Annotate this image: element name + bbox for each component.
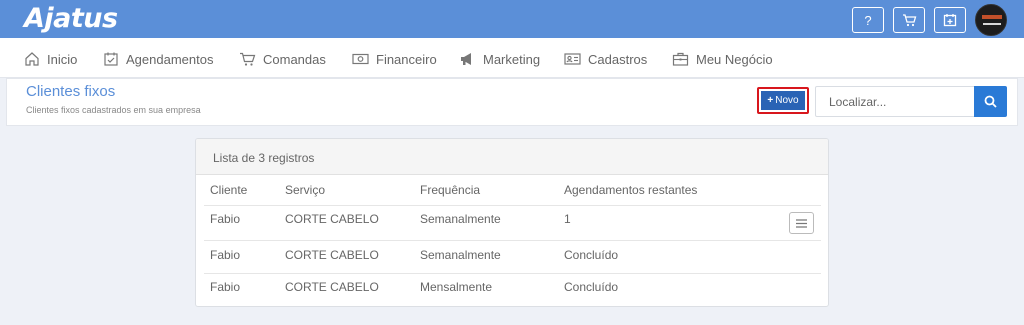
nav-label: Comandas: [263, 51, 326, 67]
cell-agendamentos-restantes: Concluído: [564, 248, 619, 262]
nav-item-financeiro[interactable]: Financeiro: [352, 50, 437, 68]
nav-label: Inicio: [47, 51, 78, 67]
new-button-body[interactable]: + Novo: [761, 91, 805, 110]
column-header-cliente[interactable]: Cliente: [210, 183, 247, 197]
nav-label: Financeiro: [376, 51, 437, 67]
top-bar: Ajatus ?: [0, 0, 1024, 38]
records-card-header: Lista de 3 registros: [196, 139, 828, 175]
cell-cliente: Fabio: [210, 280, 241, 294]
cell-frequencia: Mensalmente: [420, 280, 493, 294]
nav-label: Agendamentos: [126, 51, 214, 67]
column-header-agendamentos-restantes[interactable]: Agendamentos restantes: [564, 183, 697, 197]
money-icon: [352, 53, 369, 65]
cell-agendamentos-restantes: Concluído: [564, 280, 619, 294]
calendar-add-button[interactable]: [934, 7, 966, 33]
megaphone-icon: [461, 53, 471, 65]
cell-frequencia: Semanalmente: [420, 212, 501, 226]
search-input[interactable]: [815, 86, 975, 117]
nav-item-meu-negocio[interactable]: Meu Negócio: [672, 50, 773, 68]
new-button[interactable]: + Novo: [757, 87, 809, 114]
page-subtitle: Clientes fixos cadastrados em sua empres…: [26, 105, 201, 115]
cell-frequencia: Semanalmente: [420, 248, 501, 262]
cell-servico: CORTE CABELO: [285, 280, 379, 294]
row-divider: [204, 205, 821, 206]
search-icon: [984, 95, 997, 108]
help-button[interactable]: ?: [852, 7, 884, 33]
avatar-logo-mark: [982, 15, 1002, 19]
user-avatar[interactable]: [975, 4, 1007, 36]
home-icon: [25, 52, 39, 66]
nav-label: Marketing: [483, 51, 541, 67]
page-title: Clientes fixos: [26, 83, 116, 100]
nav-label: Meu Negócio: [696, 51, 773, 67]
cell-cliente: Fabio: [210, 248, 241, 262]
calendar-plus-icon: [943, 14, 957, 27]
row-divider: [204, 240, 821, 241]
column-header-servico[interactable]: Serviço: [285, 183, 325, 197]
column-header-frequencia[interactable]: Frequência: [420, 183, 480, 197]
cell-agendamentos-restantes: 1: [564, 212, 571, 226]
app-logo[interactable]: Ajatus: [24, 3, 118, 34]
nav-label: Cadastros: [588, 51, 648, 67]
nav-item-marketing[interactable]: Marketing: [459, 50, 540, 68]
records-count: Lista de 3 registros: [213, 151, 315, 165]
new-button-label: Novo: [775, 95, 799, 106]
nav-item-cadastros[interactable]: Cadastros: [564, 50, 647, 68]
help-icon: ?: [864, 12, 872, 28]
menu-icon: [796, 218, 807, 228]
main-nav: Inicio Agendamentos Comandas Financeiro …: [0, 38, 1024, 78]
id-card-icon: [564, 53, 581, 65]
row-actions-button[interactable]: [789, 212, 814, 234]
cart-button[interactable]: [893, 7, 925, 33]
nav-item-inicio[interactable]: Inicio: [24, 50, 77, 68]
page-header: Clientes fixos Clientes fixos cadastrado…: [6, 78, 1018, 126]
briefcase-icon: [672, 52, 689, 66]
avatar-logo-line: [983, 23, 1001, 25]
search-button[interactable]: [974, 86, 1007, 117]
cart-icon: [902, 14, 916, 27]
cell-servico: CORTE CABELO: [285, 248, 379, 262]
row-divider: [204, 273, 821, 274]
cell-servico: CORTE CABELO: [285, 212, 379, 226]
calendar-check-icon: [104, 52, 118, 66]
nav-item-comandas[interactable]: Comandas: [239, 50, 326, 68]
plus-icon: +: [767, 95, 774, 106]
nav-item-agendamentos[interactable]: Agendamentos: [103, 50, 213, 68]
cart-icon: [240, 52, 256, 66]
cell-cliente: Fabio: [210, 212, 241, 226]
records-card: Lista de 3 registros Cliente Serviço Fre…: [195, 138, 829, 307]
